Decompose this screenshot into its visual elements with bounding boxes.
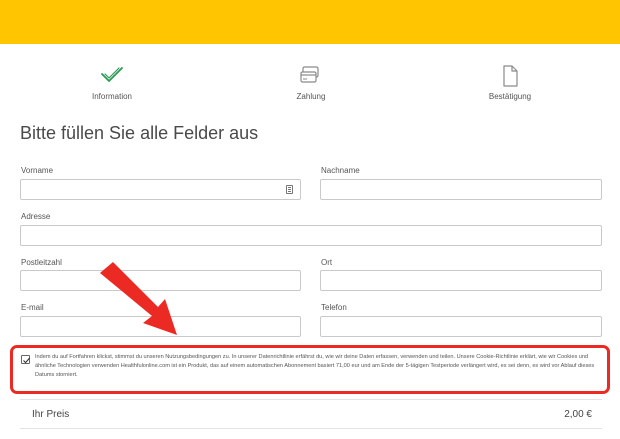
step-information: Information (52, 64, 172, 101)
page-title: Bitte füllen Sie alle Felder aus (20, 123, 259, 143)
postleitzahl-label: Postleitzahl (21, 258, 62, 267)
email-label: E-mail (21, 303, 44, 312)
red-arrow-icon (100, 262, 177, 335)
telefon-field[interactable] (320, 316, 602, 337)
step-label: Zahlung (296, 92, 326, 101)
credit-card-icon (251, 64, 371, 88)
ort-label: Ort (321, 258, 333, 267)
vorname-label: Vorname (21, 166, 54, 175)
adresse-field[interactable] (20, 225, 602, 246)
document-icon (450, 64, 570, 88)
consent-checkbox[interactable] (21, 355, 31, 364)
consent-highlight-box: Indem du auf Fortfahren klickst, stimmst… (10, 345, 610, 394)
price-value: 2,00 € (564, 409, 592, 420)
step-label: Bestätigung (488, 92, 532, 101)
step-zahlung: Zahlung (251, 64, 371, 101)
price-row: Ihr Preis 2,00 € (20, 399, 602, 429)
step-bestaetigung: Bestätigung (450, 64, 570, 101)
check-icon (23, 357, 31, 364)
consent-text: Indem du auf Fortfahren klickst, stimmst… (35, 354, 595, 378)
nachname-label: Nachname (321, 166, 360, 175)
price-label: Ihr Preis (32, 409, 70, 420)
nachname-field[interactable] (320, 179, 602, 200)
adresse-label: Adresse (21, 212, 51, 221)
ort-field[interactable] (320, 270, 602, 291)
telefon-label: Telefon (321, 303, 347, 312)
checkmark-icon (52, 64, 172, 88)
step-label: Information (91, 92, 133, 101)
contact-card-icon[interactable] (286, 185, 293, 194)
header-bar (0, 0, 620, 44)
vorname-field[interactable] (20, 179, 301, 200)
